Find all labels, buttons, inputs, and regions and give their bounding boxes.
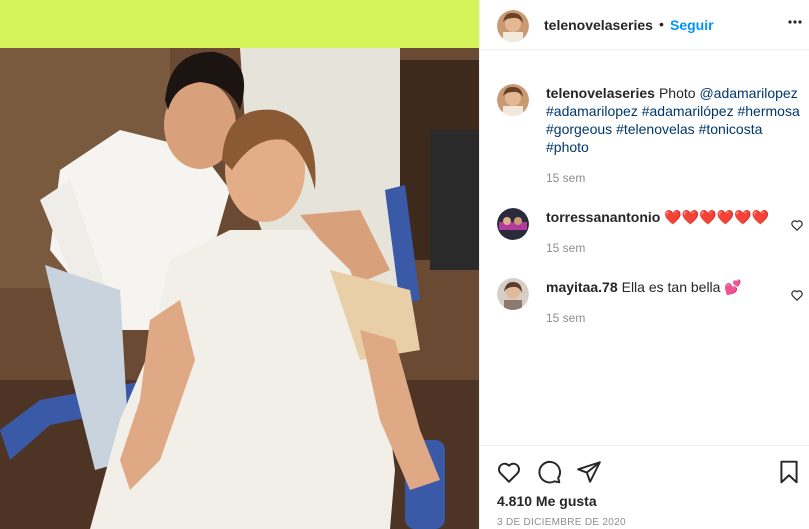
caption-text: telenovelaseries Photo @adamarilopez #ada… xyxy=(546,84,804,156)
comment-time[interactable]: 15 sem xyxy=(546,241,585,255)
heart-icon[interactable] xyxy=(790,218,804,232)
post-header: telenovelaseries • Seguir xyxy=(480,0,809,50)
comment-text: mayitaa.78 Ella es tan bella 💕 xyxy=(546,278,804,296)
heart-icon[interactable] xyxy=(790,288,804,302)
header-separator: • xyxy=(659,16,664,32)
caption-avatar[interactable] xyxy=(497,84,529,116)
author-avatar-image xyxy=(497,10,529,42)
post-photo[interactable] xyxy=(0,0,479,529)
commenter-avatar-image xyxy=(497,278,529,310)
comment-body: ❤️❤️❤️❤️❤️❤️ xyxy=(664,209,769,225)
comment-bubble-icon[interactable] xyxy=(536,459,562,485)
post-side-panel: telenovelaseries • Seguir telenovelaseri… xyxy=(479,0,809,529)
caption-time[interactable]: 15 sem xyxy=(546,171,585,185)
caption-hashtag[interactable]: #tonicosta xyxy=(699,121,763,137)
caption-hashtag[interactable]: #adamarilopez xyxy=(546,103,638,119)
caption-mention[interactable]: @adamarilopez xyxy=(699,85,797,101)
comment-body: Ella es tan bella 💕 xyxy=(621,279,742,295)
caption-hashtag[interactable]: #adamarilópez xyxy=(642,103,734,119)
commenter-avatar[interactable] xyxy=(497,208,529,240)
caption-username[interactable]: telenovelaseries xyxy=(546,85,655,101)
commenter-avatar[interactable] xyxy=(497,278,529,310)
heart-icon[interactable] xyxy=(496,459,522,485)
author-username[interactable]: telenovelaseries xyxy=(544,17,653,33)
caption-hashtag[interactable]: #photo xyxy=(546,139,589,155)
commenter-avatar-image xyxy=(497,208,529,240)
paper-plane-icon[interactable] xyxy=(576,459,602,485)
author-avatar[interactable] xyxy=(497,10,529,42)
comment-time[interactable]: 15 sem xyxy=(546,311,585,325)
bookmark-icon[interactable] xyxy=(776,459,802,485)
commenter-username[interactable]: mayitaa.78 xyxy=(546,279,618,295)
photo-illustration xyxy=(0,0,479,529)
commenter-username[interactable]: torressanantonio xyxy=(546,209,660,225)
more-dots-icon[interactable] xyxy=(787,12,803,32)
caption-avatar-image xyxy=(497,84,529,116)
caption-hashtag[interactable]: #telenovelas xyxy=(616,121,695,137)
follow-button[interactable]: Seguir xyxy=(670,17,714,33)
caption-prefix: Photo xyxy=(658,85,696,101)
post-date[interactable]: 3 DE DICIEMBRE DE 2020 xyxy=(497,517,626,528)
likes-count[interactable]: 4.810 Me gusta xyxy=(497,493,597,509)
caption-hashtag[interactable]: #gorgeous xyxy=(546,121,612,137)
comment-text: torressanantonio ❤️❤️❤️❤️❤️❤️ xyxy=(546,208,804,226)
caption-hashtag[interactable]: #hermosa xyxy=(737,103,799,119)
